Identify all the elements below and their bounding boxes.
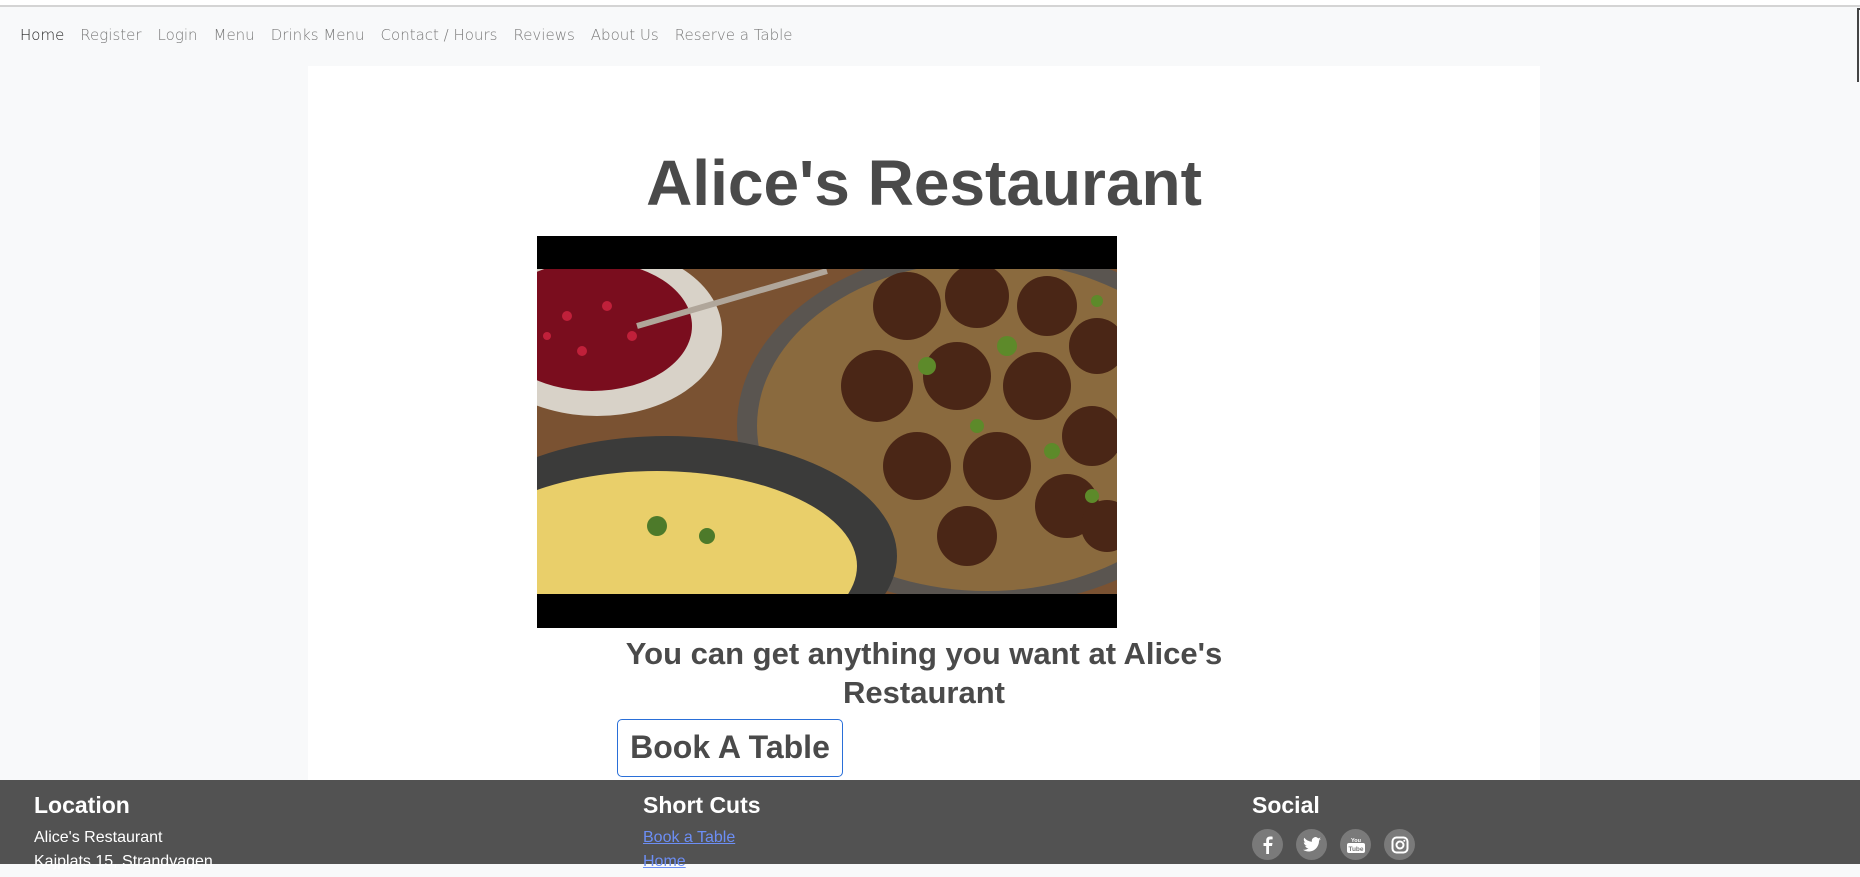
tagline: You can get anything you want at Alice's… xyxy=(308,634,1540,712)
nav-item-home[interactable]: Home xyxy=(20,26,64,44)
meatballs-image xyxy=(537,236,1117,628)
svg-text:Tube: Tube xyxy=(1348,846,1363,853)
facebook-icon[interactable] xyxy=(1252,829,1283,860)
instagram-icon[interactable] xyxy=(1384,829,1415,860)
svg-text:You: You xyxy=(1351,838,1361,844)
tagline-text: You can get anything you want at Alice's… xyxy=(625,636,1223,710)
nav-item-about-us[interactable]: About Us xyxy=(591,26,659,44)
nav-item-reviews[interactable]: Reviews xyxy=(513,26,574,44)
nav-item-reserve-table[interactable]: Reserve a Table xyxy=(675,26,793,44)
nav-item-login[interactable]: Login xyxy=(158,26,198,44)
footer-shortcuts: Short Cuts Book a Table Home xyxy=(643,792,761,877)
footer-location: Location Alice's Restaurant Kajplats 15,… xyxy=(34,792,213,877)
location-heading: Location xyxy=(34,792,130,818)
nav-item-contact-hours[interactable]: Contact / Hours xyxy=(381,26,498,44)
location-line-name: Alice's Restaurant xyxy=(34,829,163,846)
hero-video[interactable] xyxy=(537,236,1117,628)
main-nav: Home Register Login Menu Drinks Menu Con… xyxy=(20,26,793,44)
nav-item-menu[interactable]: Menu xyxy=(214,26,255,44)
shortcut-book-table-link[interactable]: Book a Table xyxy=(643,829,761,847)
twitter-icon[interactable] xyxy=(1296,829,1327,860)
book-table-button[interactable]: Book A Table xyxy=(617,719,843,777)
footer-social: Social Tube You xyxy=(1252,792,1415,860)
shortcut-home-link[interactable]: Home xyxy=(643,853,761,871)
nav-item-register[interactable]: Register xyxy=(80,26,141,44)
location-line-address: Kajplats 15, Strandvagen xyxy=(34,853,213,870)
page-title: Alice's Restaurant xyxy=(646,147,1202,219)
shortcuts-heading: Short Cuts xyxy=(643,792,761,818)
footer: Location Alice's Restaurant Kajplats 15,… xyxy=(0,780,1860,870)
main-content: Alice's Restaurant You can get anything … xyxy=(308,66,1540,780)
social-icons: Tube You xyxy=(1252,829,1415,860)
browser-top-border xyxy=(0,0,1860,7)
social-heading: Social xyxy=(1252,792,1320,818)
nav-item-drinks-menu[interactable]: Drinks Menu xyxy=(271,26,365,44)
youtube-icon[interactable]: Tube You xyxy=(1340,829,1371,860)
